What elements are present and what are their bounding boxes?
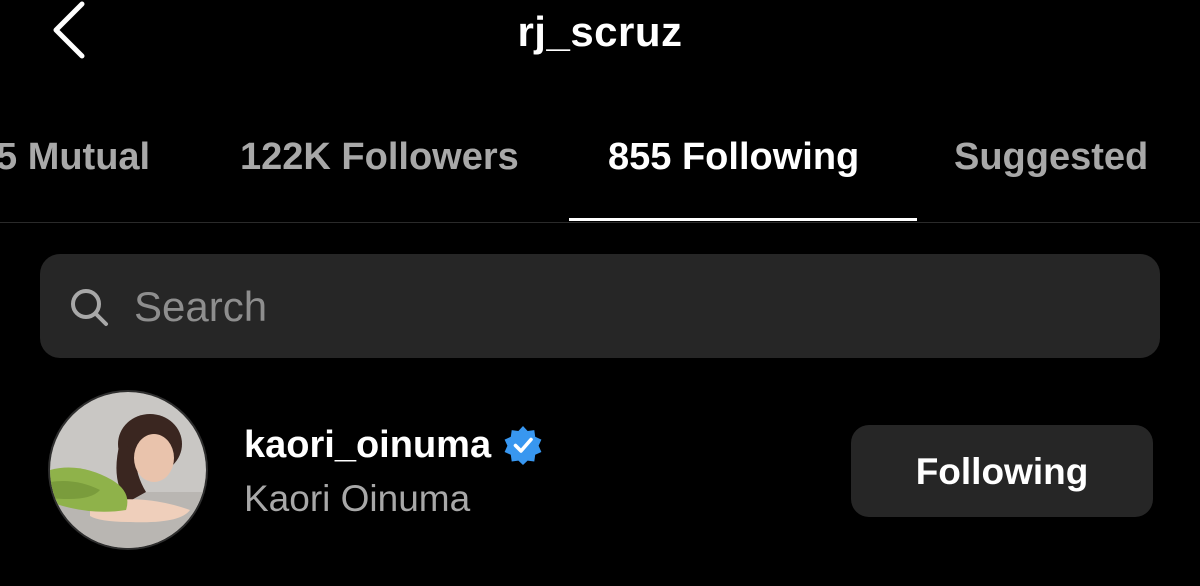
active-tab-indicator <box>569 218 917 221</box>
full-name: Kaori Oinuma <box>244 478 471 519</box>
username-row[interactable]: kaori_oinuma <box>244 420 543 470</box>
page-title: rj_scruz <box>517 8 683 55</box>
tab-bar: 5 Mutual 122K Followers 855 Following Su… <box>0 130 1200 223</box>
profile-photo <box>50 392 206 548</box>
following-button[interactable]: Following <box>851 425 1153 517</box>
search-icon <box>71 289 108 326</box>
tab-following[interactable]: 855 Following <box>608 136 859 179</box>
tab-suggested[interactable]: Suggested <box>954 136 1148 179</box>
username: kaori_oinuma <box>244 423 492 466</box>
search-input[interactable] <box>134 272 1114 342</box>
verified-badge-icon <box>504 426 542 465</box>
tab-mutual[interactable]: 5 Mutual <box>0 136 150 179</box>
tab-followers[interactable]: 122K Followers <box>240 136 519 179</box>
avatar[interactable] <box>48 390 208 550</box>
